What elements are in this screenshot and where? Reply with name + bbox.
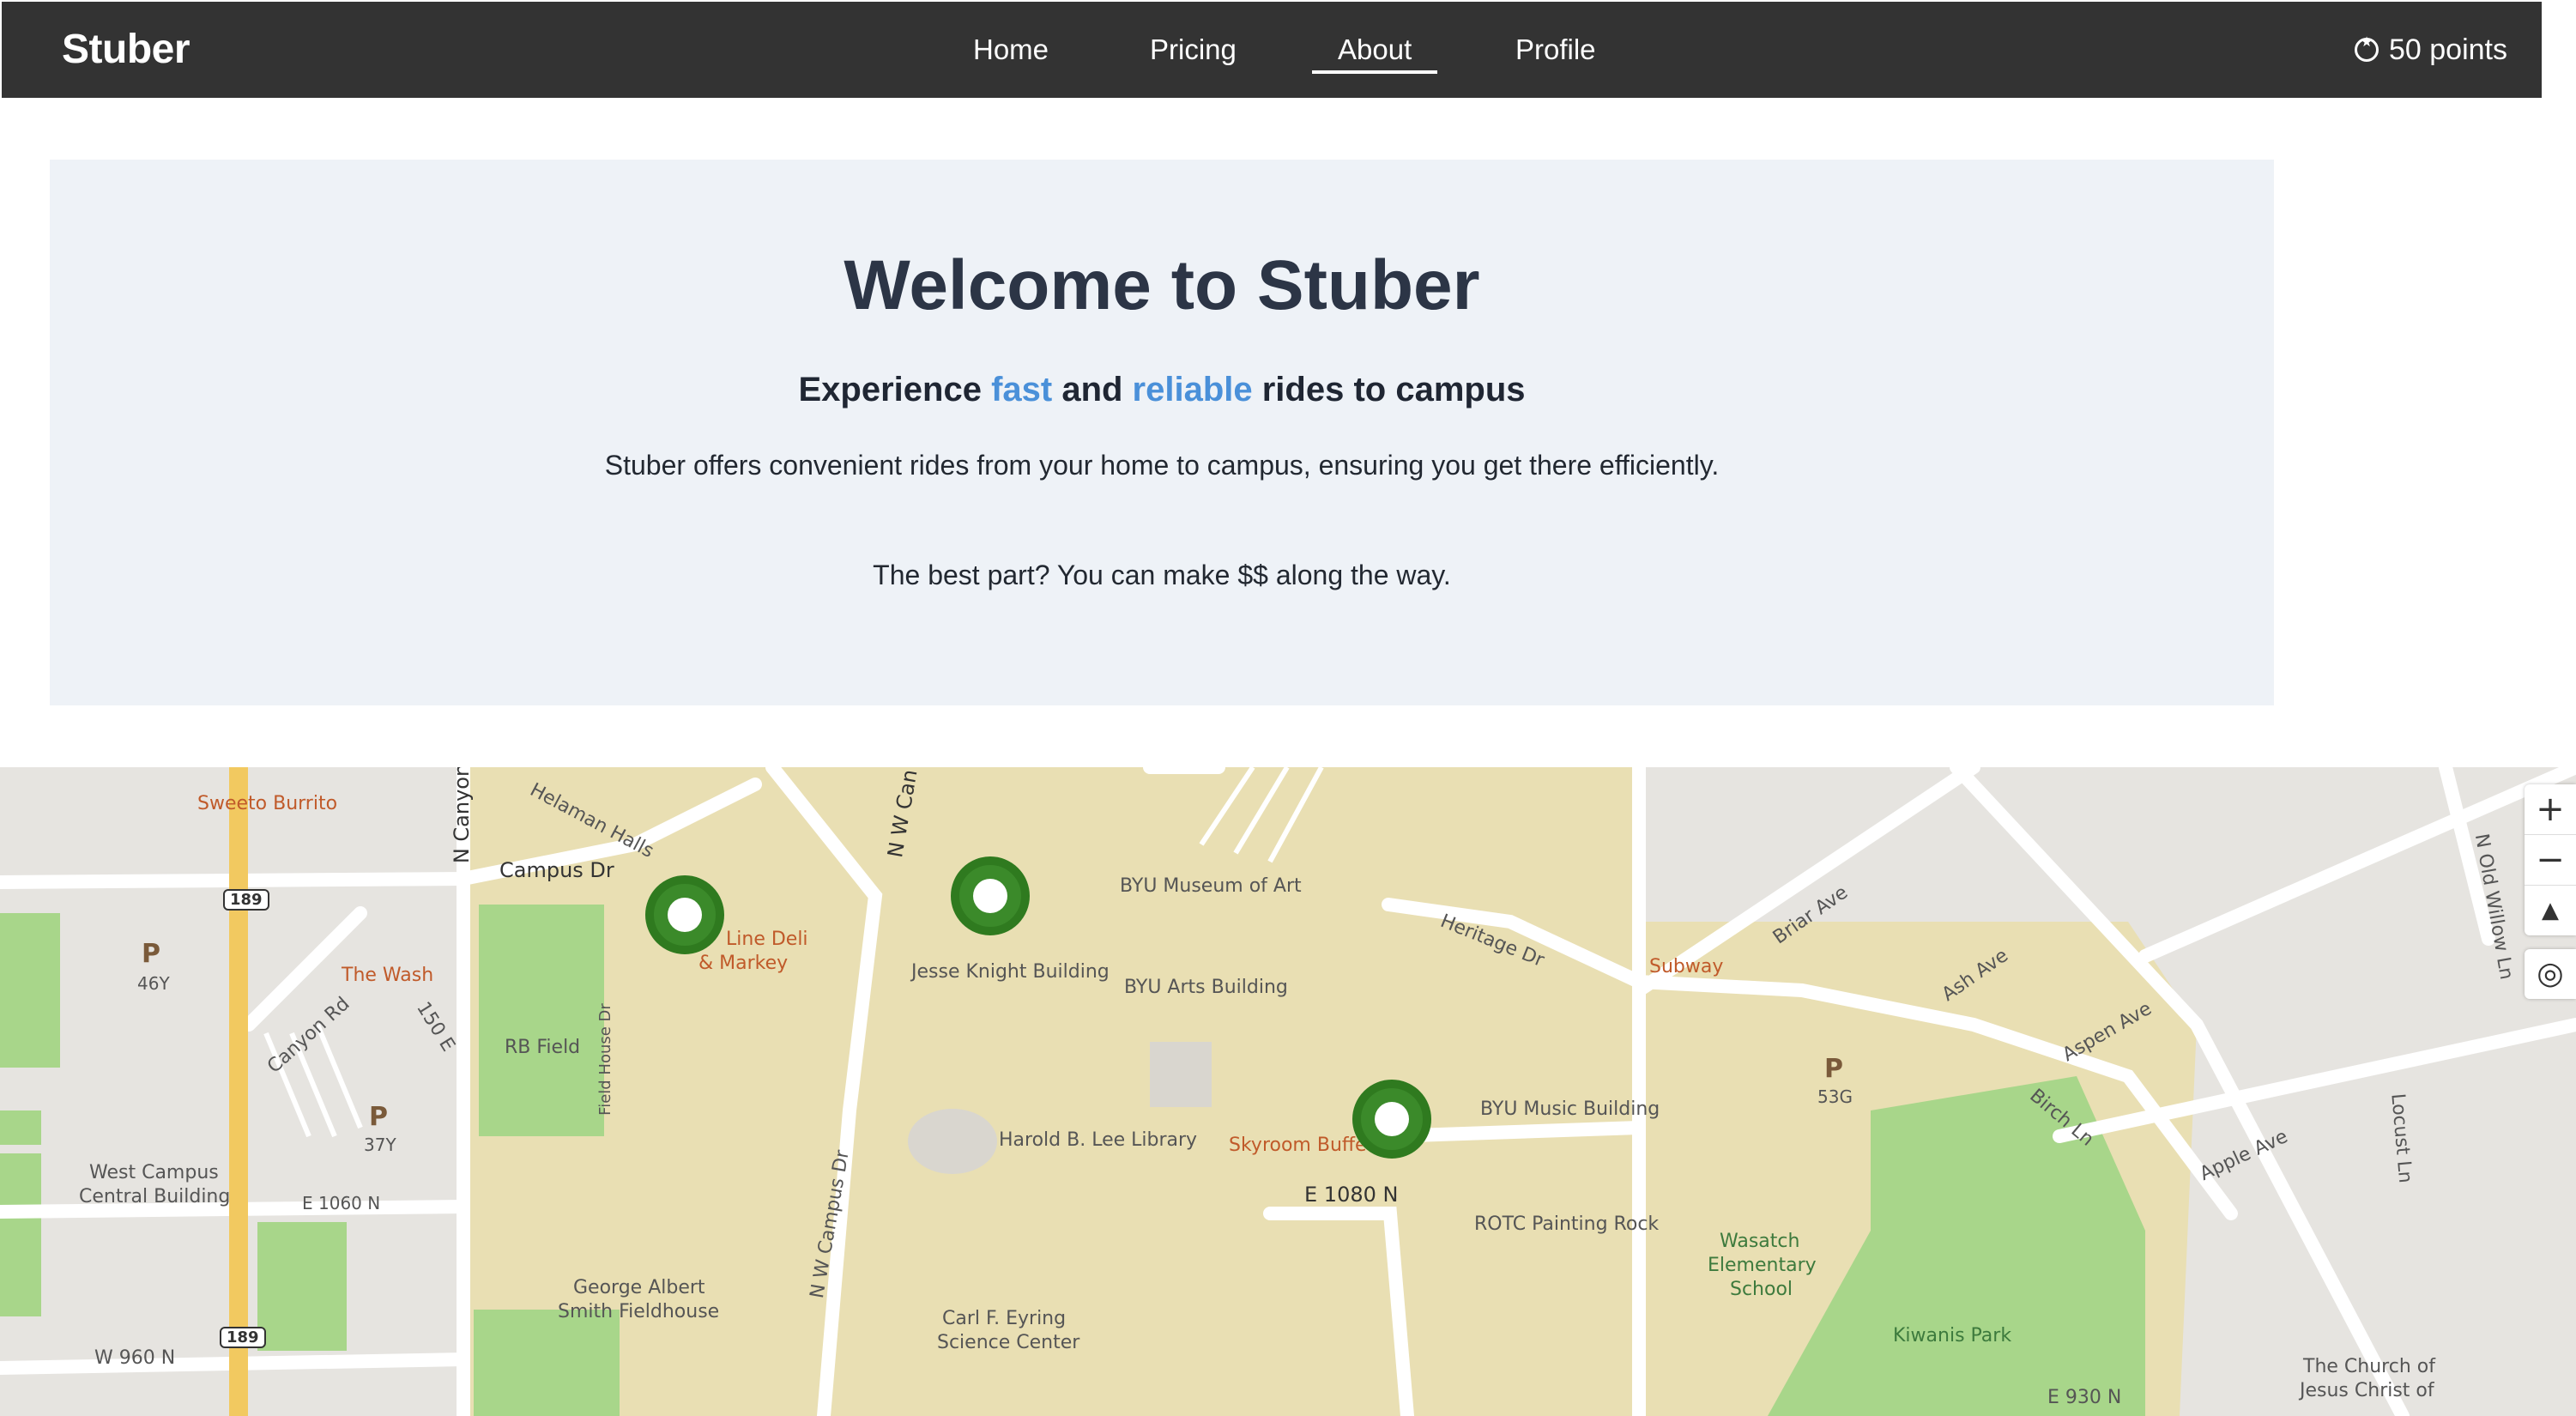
star-circle-icon [2355, 30, 2379, 62]
ride-marker[interactable] [951, 856, 1030, 935]
label-church-2: Jesus Christ of [2300, 1380, 2434, 1401]
poi-sweeto-burrito[interactable]: Sweeto Burrito [197, 793, 337, 814]
points-label: 50 points [2389, 33, 2507, 66]
nav-pricing[interactable]: Pricing [1150, 2, 1237, 98]
parking-53g-label: 53G [1817, 1086, 1853, 1107]
road-campus-dr: Campus Dr [499, 858, 614, 882]
poi-skyroom-buffet[interactable]: Skyroom Buffet [1229, 1135, 1374, 1156]
subtitle-text: Experience [798, 371, 992, 408]
locate-control: ◎ [2525, 949, 2576, 999]
poi-subway[interactable]: Subway [1649, 956, 1723, 977]
label-science-center[interactable]: Science Center [937, 1332, 1079, 1353]
label-kiwanis-park[interactable]: Kiwanis Park [1893, 1325, 2011, 1346]
label-west-campus[interactable]: West Campus [89, 1162, 219, 1183]
zoom-out-button[interactable]: − [2525, 835, 2576, 886]
ride-marker[interactable] [1352, 1080, 1431, 1159]
poi-markey[interactable]: & Markey [698, 953, 788, 974]
label-church-1[interactable]: The Church of [2303, 1356, 2435, 1377]
label-jesse-knight[interactable]: Jesse Knight Building [911, 961, 1110, 983]
nav-home[interactable]: Home [973, 2, 1049, 98]
road-field-house-dr: Field House Dr [596, 1003, 614, 1116]
label-harold-b-lee[interactable]: Harold B. Lee Library [999, 1129, 1197, 1151]
hero-banner: Welcome to Stuber Experience fast and re… [50, 160, 2274, 705]
road-e-1060-n: E 1060 N [302, 1193, 381, 1213]
poi-line-deli[interactable]: Line Deli [726, 929, 808, 950]
label-wasatch-school-1[interactable]: Wasatch [1720, 1231, 1799, 1252]
label-carl-eyring[interactable]: Carl F. Eyring [942, 1308, 1066, 1329]
subtitle-text: and [1052, 371, 1133, 408]
label-wasatch-school-3: School [1730, 1279, 1793, 1300]
points-indicator[interactable]: 50 points [2355, 2, 2507, 98]
subtitle-text: rides to campus [1252, 371, 1526, 408]
highway-189-shield: 189 [223, 889, 269, 911]
subtitle-highlight-fast: fast [991, 371, 1053, 408]
road-e-1080-n: E 1080 N [1304, 1183, 1399, 1207]
label-george-albert[interactable]: George Albert [573, 1277, 705, 1298]
label-rotc-rock[interactable]: ROTC Painting Rock [1474, 1213, 1659, 1235]
road-w-960-n: W 960 N [94, 1347, 176, 1369]
locate-me-button[interactable]: ◎ [2525, 949, 2576, 999]
parking-46y-label: 46Y [137, 973, 170, 994]
road-n-canyon: N Canyon [450, 767, 475, 864]
top-navbar: Stuber Home Pricing About Profile 50 poi… [2, 2, 2542, 98]
nav-profile[interactable]: Profile [1515, 2, 1596, 98]
brand-logo[interactable]: Stuber [62, 2, 190, 98]
label-rb-field[interactable]: RB Field [505, 1037, 580, 1058]
label-byu-music[interactable]: BYU Music Building [1480, 1098, 1660, 1120]
parking-37y-label: 37Y [364, 1135, 396, 1155]
label-smith-fieldhouse[interactable]: Smith Fieldhouse [558, 1301, 719, 1322]
campus-map[interactable]: Sweeto Burrito Campus Dr Helaman Halls N… [0, 767, 2576, 1416]
highway-189-shield: 189 [220, 1327, 266, 1348]
compass-button[interactable]: ▲ [2525, 886, 2576, 935]
zoom-controls: + − ▲ [2525, 784, 2576, 935]
hero-title: Welcome to Stuber [844, 246, 1480, 324]
hero-subtitle: Experience fast and reliable rides to ca… [50, 371, 2274, 409]
label-central-building[interactable]: Central Building [79, 1186, 230, 1207]
label-byu-arts[interactable]: BYU Arts Building [1124, 977, 1288, 998]
road-e-930-n: E 930 N [2047, 1387, 2122, 1408]
parking-37y-icon: P [369, 1102, 388, 1132]
hero-tagline: The best part? You can make $$ along the… [873, 560, 1451, 590]
ride-marker[interactable] [645, 875, 724, 954]
label-wasatch-school-2: Elementary [1708, 1255, 1817, 1276]
zoom-in-button[interactable]: + [2525, 784, 2576, 835]
nav-about[interactable]: About [1312, 2, 1438, 98]
subtitle-highlight-reliable: reliable [1132, 371, 1253, 408]
poi-the-wash[interactable]: The Wash [342, 965, 433, 986]
parking-53g-icon: P [1824, 1054, 1843, 1084]
parking-46y-icon: P [142, 939, 160, 969]
map-canvas [0, 767, 2576, 1416]
hero-description: Stuber offers convenient rides from your… [604, 450, 1720, 481]
label-byu-museum[interactable]: BYU Museum of Art [1120, 875, 1302, 897]
